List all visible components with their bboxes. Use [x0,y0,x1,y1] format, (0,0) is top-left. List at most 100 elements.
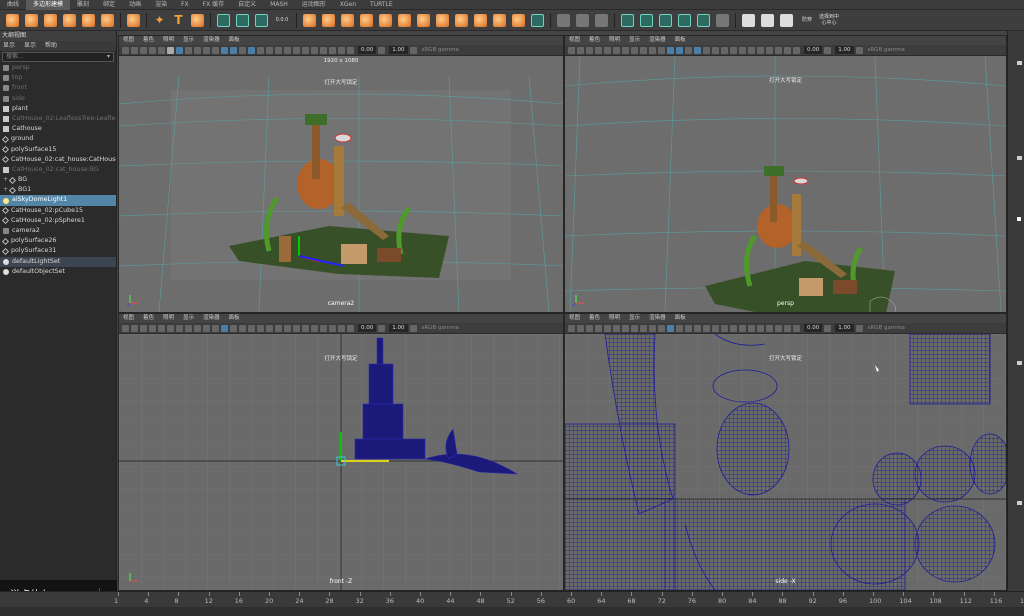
safe-title-icon[interactable] [212,324,219,332]
outliner-search-input[interactable]: 搜索... ▾ [2,52,114,62]
bridge-icon[interactable] [322,13,335,27]
slide-edge-icon[interactable] [493,13,506,27]
quad-draw-icon[interactable] [474,13,487,27]
outliner-item[interactable]: front [0,83,116,93]
xray-icon[interactable] [766,46,773,54]
xray-components-icon[interactable] [338,324,345,332]
shadows-icon[interactable] [266,324,273,332]
plane-icon[interactable] [82,13,95,27]
lights-icon[interactable] [257,46,264,54]
bookmark-icon[interactable] [586,324,593,332]
menu-shading[interactable]: 着色 [143,314,154,323]
outliner-item[interactable]: CatHouse_02:cat_house:BG [0,165,116,175]
cut-uv-icon[interactable] [742,13,755,27]
outliner-item[interactable]: + BG1 [0,185,116,195]
field-chart-icon[interactable] [194,324,201,332]
menu-show[interactable]: 显示 [183,36,194,45]
outliner-menu-display[interactable]: 显示 [3,41,15,51]
shelf-tab[interactable]: FX 缓存 [196,0,231,10]
motion-blur-icon[interactable] [284,46,291,54]
textured-icon[interactable] [248,324,255,332]
camera-select-icon[interactable] [568,324,575,332]
cone-icon[interactable] [63,13,76,27]
exposure-icon[interactable] [347,46,354,54]
viewport-canvas[interactable]: 打开大写锁定 persp [565,56,1006,312]
field-chart-icon[interactable] [194,46,201,54]
torus-icon[interactable] [101,13,114,27]
uv-editor-icon[interactable] [557,13,570,27]
camera-attr-icon[interactable] [131,46,138,54]
shelf-tab[interactable]: 动画 [122,0,148,10]
colorspace-label[interactable]: sRGB gamma [868,325,905,331]
viewport-canvas[interactable]: 打开大写锁定 front -Z [119,334,563,590]
smooth-shade-icon[interactable] [230,324,237,332]
menu-show[interactable]: 显示 [629,314,640,323]
outliner-item[interactable]: CatHouse_02:pSphere1 [0,216,116,226]
image-plane-icon[interactable] [595,46,602,54]
ambient-occlusion-icon[interactable] [721,46,728,54]
film-gate-icon[interactable] [613,46,620,54]
outliner-item[interactable]: CatHouse_02:cat_house:CatHouse [0,155,116,165]
spherical-uv-icon[interactable] [697,13,710,27]
outliner-item[interactable]: ground [0,134,116,144]
isolate-icon[interactable] [311,46,318,54]
gamma-icon[interactable] [824,46,832,54]
menu-panels[interactable]: 面板 [229,314,240,323]
smooth-shade-icon[interactable] [676,324,683,332]
menu-lighting[interactable]: 照明 [163,314,174,323]
gamma-value[interactable]: 1.00 [389,46,408,54]
gamma-value[interactable]: 1.00 [835,324,854,332]
menu-renderer[interactable]: 渲染器 [649,314,666,323]
safe-action-icon[interactable] [649,324,656,332]
fill-hole-icon[interactable] [360,13,373,27]
shelf-tab[interactable]: 自定义 [231,0,263,10]
default-material-icon[interactable] [685,324,692,332]
menu-view[interactable]: 视图 [123,314,134,323]
time-slider[interactable]: 1 4 8 12 16 20 24 28 32 36 40 44 48 52 56 60 64 68 72 76 80 8… [0,591,1024,616]
colorspace-label[interactable]: sRGB gamma [868,47,905,53]
smooth-icon[interactable] [255,13,268,27]
brush-icon[interactable] [780,13,793,27]
viewport-camera2[interactable]: 视图 着色 照明 显示 渲染器 面板 0.00 1.00 sRGB gamma [118,35,564,313]
camera-attr-icon[interactable] [577,324,584,332]
lights-icon[interactable] [703,46,710,54]
shadows-icon[interactable] [266,46,273,54]
xray-components-icon[interactable] [338,46,345,54]
default-material-icon[interactable] [685,46,692,54]
cube-icon[interactable] [25,13,38,27]
menu-view[interactable]: 视图 [569,36,580,45]
bookmark-icon[interactable] [140,46,147,54]
default-material-icon[interactable] [239,46,246,54]
shelf-tab[interactable]: FX [174,0,196,10]
planar-uv-icon[interactable] [640,13,653,27]
menu-panels[interactable]: 面板 [675,36,686,45]
menu-lighting[interactable]: 照明 [163,36,174,45]
ambient-occlusion-icon[interactable] [721,324,728,332]
outliner-menu-help[interactable]: 帮助 [45,41,57,51]
xray-icon[interactable] [320,324,327,332]
outliner-item[interactable]: Cathouse [0,124,116,134]
outliner-item[interactable]: aiSkyDomeLight1 [0,195,116,206]
exposure-value[interactable]: 0.00 [358,46,377,54]
motion-blur-icon[interactable] [730,324,737,332]
menu-shading[interactable]: 着色 [589,314,600,323]
wireframe-icon[interactable] [221,46,228,54]
viewport-canvas[interactable]: 打开大写锁定 1920 x 1080 camera2 [119,56,563,312]
grid-icon[interactable] [604,46,611,54]
camera-attr-icon[interactable] [131,324,138,332]
gamma-value[interactable]: 1.00 [835,46,854,54]
outliner-item[interactable]: plant [0,104,116,114]
shadows-icon[interactable] [712,46,719,54]
safe-title-icon[interactable] [658,46,665,54]
depth-of-field-icon[interactable] [302,46,309,54]
smooth-shade-icon[interactable] [230,46,237,54]
menu-show[interactable]: 显示 [629,36,640,45]
cylinder-icon[interactable] [44,13,57,27]
outliner-item[interactable]: persp [0,63,116,73]
checker-icon[interactable] [716,13,729,27]
image-plane-icon[interactable] [595,324,602,332]
viewport-persp[interactable]: 视图 着色 照明 显示 渲染器 面板 0.00 1.00 sRGB gamma [564,35,1007,313]
film-gate-icon[interactable] [167,324,174,332]
colorspace-label[interactable]: sRGB gamma [422,47,459,53]
motion-blur-icon[interactable] [730,46,737,54]
